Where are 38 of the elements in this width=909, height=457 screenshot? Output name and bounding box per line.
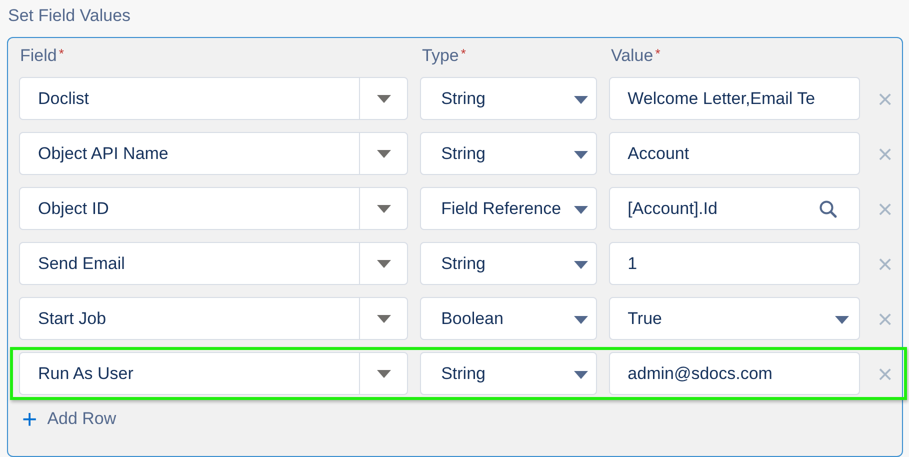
column-label: Type* [422,46,466,67]
value-field[interactable]: 1 [608,242,860,285]
caret-icon [574,206,588,214]
field-select[interactable]: Start Job [19,297,408,340]
plus-icon: + [22,406,38,432]
column-label: Field* [20,46,64,67]
type-select[interactable]: Field Reference [420,187,597,230]
caret-icon [376,150,391,158]
caret-icon [574,370,588,378]
search-icon[interactable] [819,200,838,218]
caret-icon [376,94,391,102]
field-select[interactable]: Send Email [19,242,408,285]
caret-icon [574,150,588,158]
type-select[interactable]: String [420,77,597,120]
field-select[interactable]: Object API Name [19,132,408,175]
type-select[interactable]: String [420,242,597,285]
value-lookup-field[interactable]: [Account].Id [608,187,860,230]
caret-icon [574,316,588,324]
value-select[interactable]: True [608,297,860,340]
field-select[interactable]: Run As User [19,352,408,395]
type-select[interactable]: String [420,132,597,175]
value-field[interactable]: admin@sdocs.com [608,352,860,395]
caret-icon [574,260,588,268]
type-select[interactable]: Boolean [420,297,597,340]
type-select[interactable]: String [420,352,597,395]
column-label: Value* [611,46,660,67]
field-select[interactable]: Object ID [19,187,408,230]
caret-icon [835,316,850,324]
value-field[interactable]: Welcome Letter,Email Te [608,77,860,120]
caret-icon [574,96,588,104]
value-field[interactable]: Account [608,132,860,175]
caret-icon [376,314,391,322]
add-row-button[interactable]: + Add Row [22,406,116,432]
caret-icon [376,370,391,378]
caret-icon [376,204,391,212]
section-title: Set Field Values [8,6,132,27]
caret-icon [376,260,391,268]
field-select[interactable]: Doclist [19,77,408,120]
